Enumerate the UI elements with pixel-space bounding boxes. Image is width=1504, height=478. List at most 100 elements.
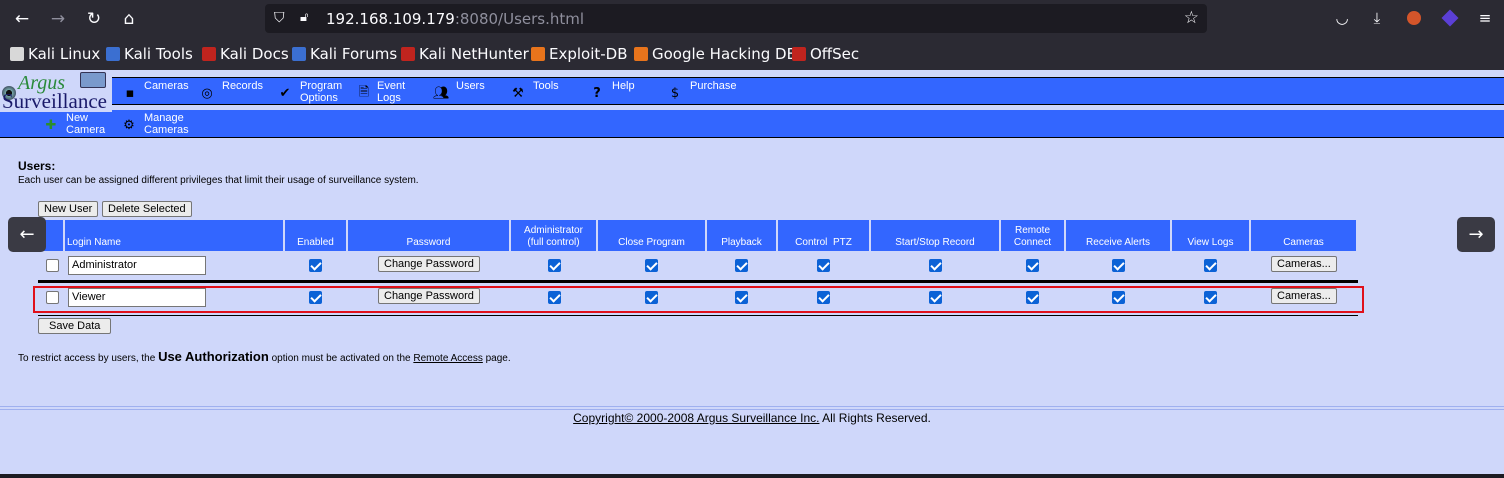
checkmark-icon[interactable]: ✔ (277, 86, 293, 102)
forward-icon[interactable]: → (46, 7, 70, 31)
save-data-button[interactable]: Save Data (38, 318, 112, 334)
change-password-button[interactable]: Change Password (378, 256, 480, 272)
extension-icon[interactable] (1439, 7, 1461, 29)
col-enabled: Enabled (285, 220, 346, 251)
left-arrow-button[interactable]: ← (8, 217, 46, 252)
receive-alerts-checkbox[interactable] (1112, 291, 1125, 304)
start-stop-record-checkbox[interactable] (929, 259, 942, 272)
administrator-checkbox[interactable] (548, 259, 561, 272)
disc-icon[interactable]: ◎ (199, 86, 215, 102)
menu-help[interactable]: Help (612, 80, 635, 92)
enabled-checkbox[interactable] (309, 259, 322, 272)
change-password-button[interactable]: Change Password (378, 288, 480, 304)
menu-purchase[interactable]: Purchase (690, 80, 736, 92)
start-stop-record-checkbox[interactable] (929, 291, 942, 304)
bookmark-star-icon[interactable]: ☆ (1184, 8, 1199, 28)
control-ptz-checkbox[interactable] (817, 291, 830, 304)
remote-connect-checkbox[interactable] (1026, 259, 1039, 272)
delete-selected-button[interactable]: Delete Selected (102, 201, 192, 217)
kali-forums-icon (292, 47, 306, 61)
url-bar[interactable]: ⛉ 🔓︎ 192.168.109.179:8080/Users.html ☆ (265, 4, 1207, 33)
row-divider (38, 280, 1358, 283)
tools-icon[interactable]: ⚒ (510, 86, 526, 102)
new-user-button[interactable]: New User (38, 201, 99, 217)
help-icon[interactable]: ? (589, 86, 605, 102)
shield-icon[interactable]: ⛉ (274, 10, 285, 26)
enabled-checkbox[interactable] (309, 291, 322, 304)
bookmark-kali-tools[interactable]: Kali Tools (106, 45, 193, 63)
close-program-checkbox[interactable] (645, 291, 658, 304)
bookmark-offsec[interactable]: OffSec (792, 45, 859, 63)
page-viewport: Argus Surveillance ▪ Cameras ◎ Records ✔… (0, 70, 1504, 474)
right-arrow-button[interactable]: → (1457, 217, 1495, 252)
copyright-link[interactable]: Copyright© 2000-2008 Argus Surveillance … (573, 411, 819, 425)
bookmark-google-hacking-db[interactable]: Google Hacking DB (634, 45, 797, 63)
row-select-checkbox[interactable] (46, 259, 59, 272)
bookmark-exploit-db[interactable]: Exploit-DB (531, 45, 628, 63)
playback-checkbox[interactable] (735, 291, 748, 304)
login-name-input[interactable]: Viewer (68, 288, 206, 307)
exploit-db-icon (531, 47, 545, 61)
kali-nethunter-icon (401, 47, 415, 61)
remote-access-link[interactable]: Remote Access (413, 353, 482, 364)
cameras-button[interactable]: Cameras... (1271, 288, 1337, 304)
col-view-logs: View Logs (1172, 220, 1249, 251)
col-start-stop-record: Start/Stop Record (871, 220, 999, 251)
download-icon[interactable]: ⤓ (1366, 7, 1388, 29)
menu-cameras[interactable]: Cameras (144, 80, 189, 92)
use-authorization-label: Use Authorization (158, 349, 269, 364)
menu-tools[interactable]: Tools (533, 80, 559, 92)
kali-linux-icon (10, 47, 24, 61)
bookmark-kali-forums[interactable]: Kali Forums (292, 45, 397, 63)
view-logs-checkbox[interactable] (1204, 259, 1217, 272)
playback-checkbox[interactable] (735, 259, 748, 272)
menu-event-logs[interactable]: Event Logs (377, 80, 405, 104)
col-close-program: Close Program (598, 220, 705, 251)
camera-icon[interactable]: ▪ (122, 86, 138, 102)
extension-icon[interactable] (1403, 7, 1425, 29)
cameras-button[interactable]: Cameras... (1271, 256, 1337, 272)
remote-connect-checkbox[interactable] (1026, 291, 1039, 304)
menu-program-options[interactable]: Program Options (300, 80, 342, 104)
document-icon[interactable]: 🗎︎ (356, 85, 372, 101)
users-icon[interactable]: 👥︎ (433, 86, 450, 102)
login-name-input[interactable]: Administrator (68, 256, 206, 275)
close-program-checkbox[interactable] (645, 259, 658, 272)
bookmark-kali-nethunter[interactable]: Kali NetHunter (401, 45, 529, 63)
url-text[interactable]: 192.168.109.179:8080/Users.html (326, 10, 584, 28)
row-divider (38, 315, 1358, 316)
bookmark-kali-linux[interactable]: Kali Linux (10, 45, 100, 63)
menu-icon[interactable]: ≡ (1474, 7, 1496, 29)
reload-icon[interactable]: ↻ (82, 7, 106, 31)
sub-menu-bar (0, 110, 1504, 138)
submenu-manage-cameras[interactable]: Manage Cameras (144, 112, 189, 136)
selected-row-highlight (33, 286, 1364, 313)
footer-rights: All Rights Reserved. (822, 411, 931, 425)
menu-users[interactable]: Users (456, 80, 485, 92)
home-icon[interactable]: ⌂ (117, 7, 141, 31)
manage-cameras-icon[interactable]: ⚙ (121, 118, 137, 134)
back-icon[interactable]: ← (10, 7, 34, 31)
col-password: Password (348, 220, 509, 251)
row-select-checkbox[interactable] (46, 291, 59, 304)
authorization-note: To restrict access by users, the Use Aut… (18, 349, 511, 364)
footer: Copyright© 2000-2008 Argus Surveillance … (0, 411, 1504, 425)
administrator-checkbox[interactable] (548, 291, 561, 304)
bookmark-kali-docs[interactable]: Kali Docs (202, 45, 289, 63)
google-hacking-db-icon (634, 47, 648, 61)
bookmarks-bar: Kali Linux Kali Tools Kali Docs Kali For… (0, 37, 1504, 70)
pocket-icon[interactable]: ◡ (1331, 7, 1353, 29)
browser-toolbar: ← → ↻ ⌂ ⛉ 🔓︎ 192.168.109.179:8080/Users.… (0, 0, 1504, 37)
kali-docs-icon (202, 47, 216, 61)
logo-line2: Surveillance (2, 89, 107, 113)
control-ptz-checkbox[interactable] (817, 259, 830, 272)
submenu-new-camera[interactable]: New Camera (66, 112, 105, 136)
lock-icon[interactable]: 🔓︎ (300, 10, 308, 25)
menu-records[interactable]: Records (222, 80, 263, 92)
view-logs-checkbox[interactable] (1204, 291, 1217, 304)
col-login-name: Login Name (65, 220, 283, 251)
receive-alerts-checkbox[interactable] (1112, 259, 1125, 272)
dollar-icon[interactable]: $ (667, 86, 683, 102)
col-control-ptz: Control PTZ (778, 220, 869, 251)
new-camera-icon[interactable]: ✚ (43, 118, 59, 134)
